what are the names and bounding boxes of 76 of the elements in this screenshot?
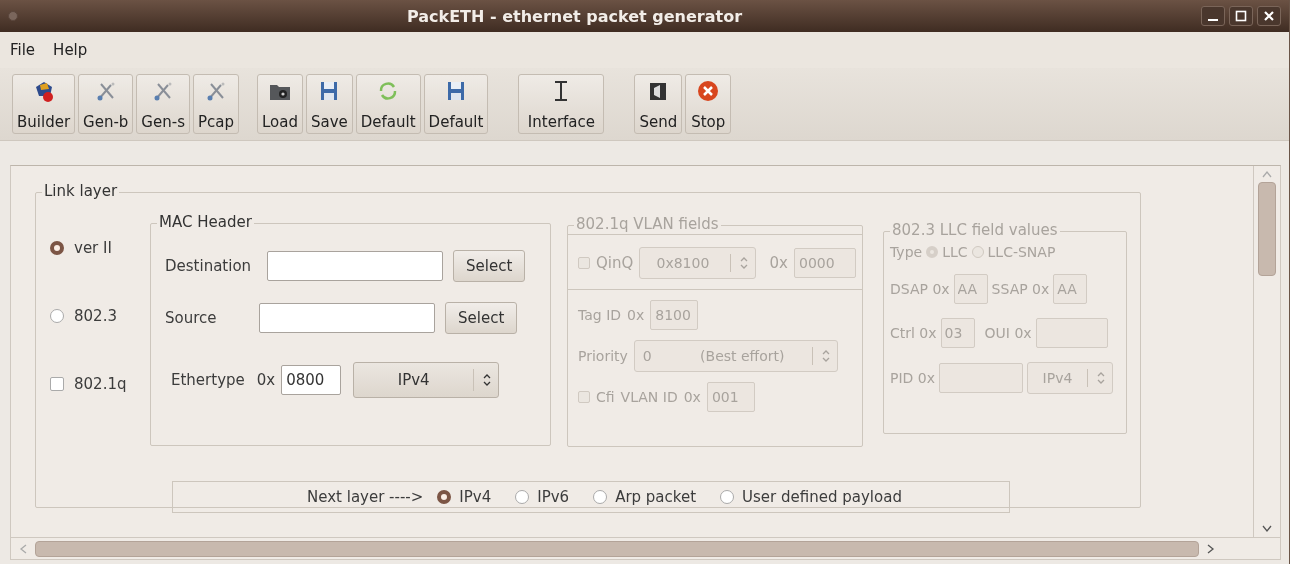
close-icon [1263, 10, 1275, 22]
field-label: SSAP 0x [991, 281, 1050, 297]
checkbox[interactable] [50, 377, 64, 391]
chevron-left-icon [19, 543, 27, 554]
spinner-icon [482, 373, 493, 387]
radio-button[interactable] [437, 490, 452, 504]
radio-button[interactable] [50, 241, 64, 255]
field-label: Type [890, 244, 923, 260]
radio-option[interactable]: IPv4 [437, 488, 492, 506]
hex-prefix: 0x [683, 389, 701, 405]
radio-button[interactable] [720, 490, 735, 504]
scrollbar-thumb[interactable] [1258, 182, 1276, 276]
checkbox-label: Cfi [596, 389, 615, 405]
radio-button[interactable] [593, 490, 608, 504]
field-label: OUI 0x [984, 325, 1032, 341]
toolbar-button[interactable]: Save [305, 74, 353, 134]
cursor-icon [554, 79, 569, 103]
toolbar-button[interactable]: Builder [12, 74, 76, 134]
window-title: PackETH - ethernet packet generator [405, 6, 744, 26]
radio-option[interactable]: Arp packet [593, 488, 697, 506]
field-label: Priority [578, 348, 628, 364]
radio-option[interactable]: User defined payload [720, 488, 902, 506]
minimize-icon [1208, 19, 1218, 21]
hex-prefix: 0x [769, 254, 788, 272]
toolbar-button[interactable]: Send [634, 74, 683, 134]
checkbox-option[interactable]: 802.1q [50, 375, 150, 393]
toolbar-button[interactable]: Pcap [192, 74, 239, 134]
field-label: VLAN ID [620, 389, 678, 405]
source-field[interactable] [259, 303, 435, 333]
toolbar-button[interactable]: Gen-b [78, 74, 134, 134]
radio-option[interactable]: ver II [50, 239, 150, 257]
window-menu-icon[interactable] [8, 11, 18, 21]
horizontal-scrollbar[interactable] [11, 537, 1280, 559]
toolbar-button[interactable]: Interface [518, 74, 605, 134]
select-button[interactable]: Select [453, 250, 526, 282]
chevron-up-icon [1262, 170, 1272, 178]
field-label: PID 0x [890, 370, 935, 386]
menu-item[interactable]: File [4, 38, 42, 62]
radio-label: LLC-SNAP [987, 244, 1056, 260]
maximize-button[interactable] [1229, 6, 1253, 26]
frame-title: 802.1q VLAN fields [574, 215, 721, 233]
chevron-down-icon [1262, 525, 1272, 533]
hex-prefix: 0x [627, 307, 645, 323]
radio-button[interactable] [50, 309, 64, 323]
spinner-icon [738, 256, 749, 270]
chevron-right-icon [1207, 543, 1215, 554]
spinner-icon [820, 349, 831, 363]
destination-field[interactable] [267, 251, 443, 281]
next-layer-label: Next layer ----> [307, 488, 424, 506]
field-label: Tag ID [578, 307, 622, 323]
toolbar-button[interactable]: Gen-s [136, 74, 190, 134]
select-button[interactable]: Select [445, 302, 518, 334]
radio-label: LLC [942, 244, 968, 260]
toolbar-button[interactable]: Stop [685, 74, 732, 134]
radio-option[interactable]: IPv6 [515, 488, 570, 506]
field-label: DSAP 0x [890, 281, 950, 297]
field-label: Source [165, 309, 218, 327]
minimize-button[interactable] [1201, 6, 1225, 26]
protocol-dropdown[interactable]: IPv4 [353, 362, 500, 398]
field-label: Ctrl 0x [890, 325, 937, 341]
radio-button[interactable] [515, 490, 530, 504]
hex-prefix: 0x [256, 371, 276, 389]
ethertype-field[interactable]: 0800 [281, 365, 342, 395]
menu-item[interactable]: Help [47, 38, 94, 62]
toolbar-button[interactable]: Default [355, 74, 421, 134]
toolbar-button[interactable]: Load [256, 74, 303, 134]
radio-option[interactable]: 802.3 [50, 307, 150, 325]
scrollbar-thumb[interactable] [35, 540, 1199, 557]
frame-title: Link layer [42, 182, 120, 200]
maximize-icon [1235, 10, 1247, 22]
close-button[interactable] [1257, 6, 1281, 26]
field-label: Ethertype [171, 371, 245, 389]
toolbar-button[interactable]: Default [423, 74, 489, 134]
spinner-icon [1096, 371, 1106, 385]
checkbox-label: QinQ [596, 254, 634, 272]
field-label: Destination [165, 257, 253, 275]
